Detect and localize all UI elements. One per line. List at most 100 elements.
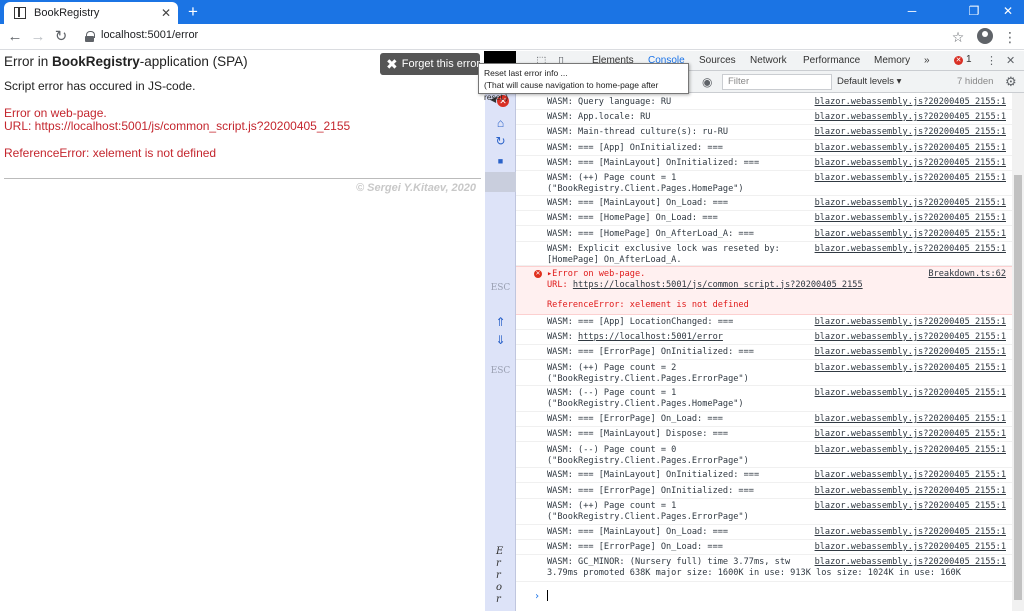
log-text: WASM: App.locale: RU [547,112,651,122]
source-link[interactable]: blazor.webassembly.js?20200405_2155:1 [815,229,1006,240]
forget-error-button[interactable]: ✖ Forget this error [380,53,480,75]
log-levels-dropdown[interactable]: Default levels ▾ [837,76,901,87]
source-link[interactable]: blazor.webassembly.js?20200405_2155:1 [815,127,1006,138]
profile-avatar[interactable] [977,28,993,44]
source-link[interactable]: blazor.webassembly.js?20200405_2155:1 [815,388,1006,399]
more-tabs-icon[interactable]: » [924,55,930,66]
source-link[interactable]: blazor.webassembly.js?20200405_2155:1 [815,429,1006,440]
source-link[interactable]: blazor.webassembly.js?20200405_2155:1 [815,112,1006,123]
log-message: WASM: (++) Page count = 1 ("BookRegistry… [547,173,744,194]
back-icon[interactable]: ← [6,28,24,46]
error-url-link[interactable]: https://localhost:5001/js/common_script.… [573,280,863,290]
tab-memory[interactable]: Memory [874,55,910,66]
source-link[interactable]: blazor.webassembly.js?20200405_2155:1 [815,317,1006,328]
filter-input[interactable]: Filter [722,74,832,90]
url-field[interactable]: localhost:5001/error [101,29,198,41]
source-link[interactable]: blazor.webassembly.js?20200405_2155:1 [815,486,1006,497]
arrow-up-icon[interactable]: ⇑ [485,315,516,329]
book-icon [14,7,26,19]
source-link[interactable]: blazor.webassembly.js?20200405_2155:1 [815,363,1006,374]
log-text: WASM: (++) Page count = 1 ("BookRegistry… [547,501,749,522]
console-scrollbar[interactable] [1012,93,1024,611]
new-tab-button[interactable]: + [184,2,202,22]
console-caret[interactable] [547,590,548,601]
browser-menu-icon[interactable]: ⋮ [1001,28,1019,46]
source-link[interactable]: Breakdown.ts:62 [928,269,1006,280]
tab-sources[interactable]: Sources [699,55,736,66]
eye-icon[interactable]: ◉ [702,75,712,89]
arrow-down-icon[interactable]: ⇓ [485,333,516,347]
source-link[interactable]: blazor.webassembly.js?20200405_2155:1 [815,173,1006,184]
source-link[interactable]: blazor.webassembly.js?20200405_2155:1 [815,244,1006,255]
console-log-row: WASM: (--) Page count = 0 ("BookRegistry… [516,443,1012,468]
vertical-letter: r [496,558,501,569]
log-message: WASM: === [MainLayout] OnInitialized: ==… [547,470,759,481]
log-message: WASM: === [MainLayout] Dispose: === [547,429,728,440]
vertical-letter: r [496,570,501,581]
tab-network[interactable]: Network [750,55,787,66]
close-window-icon[interactable]: ✕ [992,0,1024,24]
reference-error-text: ReferenceError: xelement is not defined [4,146,217,160]
source-link[interactable]: blazor.webassembly.js?20200405_2155:1 [815,414,1006,425]
error-icon: ✕ [534,270,542,278]
log-message: WASM: === [ErrorPage] On_Load: === [547,414,723,425]
log-text: WASM: (++) Page count = 2 ("BookRegistry… [547,363,749,384]
refresh-icon[interactable]: ↻ [485,134,516,148]
source-link[interactable]: blazor.webassembly.js?20200405_2155:1 [815,445,1006,456]
log-message: WASM: https://localhost:5001/error [547,332,723,343]
tab-close-icon[interactable]: ✕ [158,6,174,20]
stop-icon[interactable]: ■ [485,156,516,166]
source-link[interactable]: blazor.webassembly.js?20200405_2155:1 [815,542,1006,553]
log-message: WASM: === [HomePage] On_AfterLoad_A: === [547,229,754,240]
log-url-link[interactable]: https://localhost:5001/error [578,332,723,342]
copyright-text: © Sergei Y.Kitaev, 2020 [356,182,477,194]
scrollbar-thumb[interactable] [1014,175,1022,600]
vertical-letter: r [496,594,501,605]
maximize-icon[interactable]: ❐ [958,0,990,24]
devtools-menu-icon[interactable]: ⋮ [986,54,997,67]
error-title[interactable]: ▸Error on web-page. [547,269,863,280]
source-link[interactable]: blazor.webassembly.js?20200405_2155:1 [815,470,1006,481]
log-text: WASM: (++) Page count = 1 ("BookRegistry… [547,173,744,194]
console-log-row: WASM: === [ErrorPage] OnInitialized: ===… [516,345,1012,360]
log-message: WASM: Main-thread culture(s): ru-RU [547,127,728,138]
source-link[interactable]: blazor.webassembly.js?20200405_2155:1 [815,527,1006,538]
source-link[interactable]: blazor.webassembly.js?20200405_2155:1 [815,501,1006,512]
hidden-count: 7 hidden [957,76,994,87]
reload-icon[interactable]: ↻ [52,28,70,46]
log-message: WASM: === [HomePage] On_Load: === [547,213,718,224]
browser-tab[interactable]: BookRegistry ✕ [4,2,178,24]
source-link[interactable]: blazor.webassembly.js?20200405_2155:1 [815,213,1006,224]
strip-gray-block [485,172,516,192]
source-link[interactable]: blazor.webassembly.js?20200405_2155:1 [815,143,1006,154]
console-log-row: WASM: === [MainLayout] On_Load: === blazo… [516,196,1012,211]
esc-label-1[interactable]: ESC [485,283,516,293]
source-link[interactable]: blazor.webassembly.js?20200405_2155:1 [815,557,1006,568]
error-count-value: 1 [966,54,972,65]
source-link[interactable]: blazor.webassembly.js?20200405_2155:1 [815,347,1006,358]
forward-icon[interactable]: → [29,28,47,46]
console-output[interactable]: › WASM: Query language: RU blazor.webasse… [516,93,1012,611]
source-link[interactable]: blazor.webassembly.js?20200405_2155:1 [815,97,1006,108]
console-log-row: WASM: (++) Page count = 2 ("BookRegistry… [516,361,1012,386]
log-text: WASM: === [ErrorPage] On_Load: === [547,414,723,424]
devtools-close-icon[interactable]: ✕ [1006,54,1015,67]
log-text: WASM: === [ErrorPage] OnInitialized: === [547,486,754,496]
tab-performance[interactable]: Performance [803,55,860,66]
log-message: WASM: === [App] LocationChanged: === [547,317,733,328]
source-link[interactable]: blazor.webassembly.js?20200405_2155:1 [815,198,1006,209]
bookmark-star-icon[interactable]: ☆ [949,28,967,46]
minimize-icon[interactable]: ─ [896,0,928,24]
log-text: WASM: === [MainLayout] OnInitialized: ==… [547,158,760,168]
source-link[interactable]: blazor.webassembly.js?20200405_2155:1 [815,158,1006,169]
settings-gear-icon[interactable]: ⚙ [1005,74,1017,90]
error-message[interactable]: ▸Error on web-page. URL: https://localhos… [547,269,863,311]
devtools-panel: ⬚ ▯ Elements Console Sources Network Per… [516,51,1024,611]
log-message: WASM: (++) Page count = 2 ("BookRegistry… [547,363,749,384]
home-icon[interactable]: ⌂ [485,116,516,130]
log-text: WASM: Main-thread culture(s): ru-RU [547,127,729,137]
error-counter[interactable]: ✕ 1 [954,54,972,65]
esc-label-2[interactable]: ESC [485,366,516,376]
page-title-suffix: -application (SPA) [139,54,248,69]
source-link[interactable]: blazor.webassembly.js?20200405_2155:1 [815,332,1006,343]
